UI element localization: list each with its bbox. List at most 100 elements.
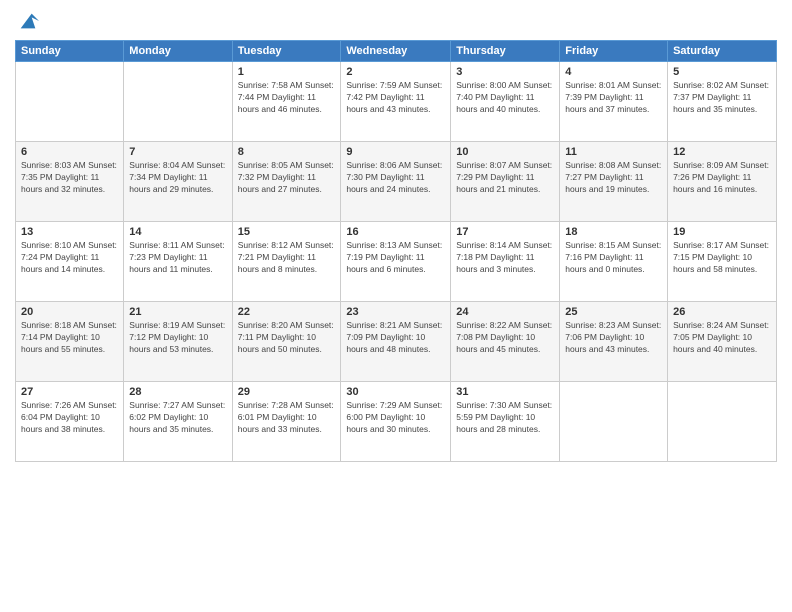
day-info: Sunrise: 8:03 AM Sunset: 7:35 PM Dayligh… — [21, 160, 118, 196]
day-number: 28 — [129, 386, 226, 398]
day-info: Sunrise: 7:28 AM Sunset: 6:01 PM Dayligh… — [238, 400, 336, 436]
day-number: 3 — [456, 66, 554, 78]
day-number: 9 — [346, 146, 445, 158]
calendar-cell: 7 Sunrise: 8:04 AM Sunset: 7:34 PM Daylig… — [124, 142, 232, 222]
calendar-cell: 31 Sunrise: 7:30 AM Sunset: 5:59 PM Dayli… — [451, 382, 560, 462]
day-info: Sunrise: 7:29 AM Sunset: 6:00 PM Dayligh… — [346, 400, 445, 436]
day-number: 4 — [565, 66, 662, 78]
day-info: Sunrise: 8:24 AM Sunset: 7:05 PM Dayligh… — [673, 320, 771, 356]
day-number: 25 — [565, 306, 662, 318]
day-number: 27 — [21, 386, 118, 398]
day-info: Sunrise: 8:05 AM Sunset: 7:32 PM Dayligh… — [238, 160, 336, 196]
calendar-cell: 26 Sunrise: 8:24 AM Sunset: 7:05 PM Dayli… — [668, 302, 777, 382]
day-info: Sunrise: 8:21 AM Sunset: 7:09 PM Dayligh… — [346, 320, 445, 356]
logo-text — [15, 14, 39, 32]
calendar-cell: 6 Sunrise: 8:03 AM Sunset: 7:35 PM Daylig… — [16, 142, 124, 222]
day-number: 5 — [673, 66, 771, 78]
calendar-cell: 18 Sunrise: 8:15 AM Sunset: 7:16 PM Dayli… — [560, 222, 668, 302]
weekday-header-tuesday: Tuesday — [232, 41, 341, 62]
calendar-cell: 5 Sunrise: 8:02 AM Sunset: 7:37 PM Daylig… — [668, 62, 777, 142]
calendar-cell: 20 Sunrise: 8:18 AM Sunset: 7:14 PM Dayli… — [16, 302, 124, 382]
day-number: 18 — [565, 226, 662, 238]
day-info: Sunrise: 7:30 AM Sunset: 5:59 PM Dayligh… — [456, 400, 554, 436]
day-info: Sunrise: 8:13 AM Sunset: 7:19 PM Dayligh… — [346, 240, 445, 276]
day-number: 20 — [21, 306, 118, 318]
weekday-header-sunday: Sunday — [16, 41, 124, 62]
calendar-cell: 16 Sunrise: 8:13 AM Sunset: 7:19 PM Dayli… — [341, 222, 451, 302]
day-info: Sunrise: 8:07 AM Sunset: 7:29 PM Dayligh… — [456, 160, 554, 196]
day-info: Sunrise: 8:00 AM Sunset: 7:40 PM Dayligh… — [456, 80, 554, 116]
calendar-cell: 23 Sunrise: 8:21 AM Sunset: 7:09 PM Dayli… — [341, 302, 451, 382]
calendar-cell: 8 Sunrise: 8:05 AM Sunset: 7:32 PM Daylig… — [232, 142, 341, 222]
day-info: Sunrise: 8:19 AM Sunset: 7:12 PM Dayligh… — [129, 320, 226, 356]
weekday-header-friday: Friday — [560, 41, 668, 62]
calendar-cell: 11Sunrise: 8:08 AM Sunset: 7:27 PM Dayli… — [560, 142, 668, 222]
day-info: Sunrise: 7:27 AM Sunset: 6:02 PM Dayligh… — [129, 400, 226, 436]
day-number: 11 — [565, 146, 662, 158]
day-info: Sunrise: 8:06 AM Sunset: 7:30 PM Dayligh… — [346, 160, 445, 196]
calendar-cell — [668, 382, 777, 462]
calendar-cell: 13 Sunrise: 8:10 AM Sunset: 7:24 PM Dayli… — [16, 222, 124, 302]
calendar-cell: 27 Sunrise: 7:26 AM Sunset: 6:04 PM Dayli… — [16, 382, 124, 462]
day-number: 10 — [456, 146, 554, 158]
day-number: 23 — [346, 306, 445, 318]
day-info: Sunrise: 8:23 AM Sunset: 7:06 PM Dayligh… — [565, 320, 662, 356]
day-number: 16 — [346, 226, 445, 238]
weekday-header-saturday: Saturday — [668, 41, 777, 62]
calendar-cell: 2 Sunrise: 7:59 AM Sunset: 7:42 PM Daylig… — [341, 62, 451, 142]
day-number: 17 — [456, 226, 554, 238]
calendar-cell — [16, 62, 124, 142]
calendar-cell: 19 Sunrise: 8:17 AM Sunset: 7:15 PM Dayli… — [668, 222, 777, 302]
calendar-cell: 3 Sunrise: 8:00 AM Sunset: 7:40 PM Daylig… — [451, 62, 560, 142]
day-number: 26 — [673, 306, 771, 318]
day-number: 15 — [238, 226, 336, 238]
day-number: 24 — [456, 306, 554, 318]
calendar-cell: 9 Sunrise: 8:06 AM Sunset: 7:30 PM Daylig… — [341, 142, 451, 222]
day-info: Sunrise: 7:26 AM Sunset: 6:04 PM Dayligh… — [21, 400, 118, 436]
calendar-week-4: 20 Sunrise: 8:18 AM Sunset: 7:14 PM Dayli… — [16, 302, 777, 382]
day-info: Sunrise: 7:58 AM Sunset: 7:44 PM Dayligh… — [238, 80, 336, 116]
day-number: 31 — [456, 386, 554, 398]
day-info: Sunrise: 8:14 AM Sunset: 7:18 PM Dayligh… — [456, 240, 554, 276]
logo — [15, 14, 39, 32]
day-number: 6 — [21, 146, 118, 158]
calendar-cell: 15 Sunrise: 8:12 AM Sunset: 7:21 PM Dayli… — [232, 222, 341, 302]
day-info: Sunrise: 8:04 AM Sunset: 7:34 PM Dayligh… — [129, 160, 226, 196]
calendar-cell: 14Sunrise: 8:11 AM Sunset: 7:23 PM Dayli… — [124, 222, 232, 302]
weekday-header-wednesday: Wednesday — [341, 41, 451, 62]
day-number: 21 — [129, 306, 226, 318]
calendar-cell: 28 Sunrise: 7:27 AM Sunset: 6:02 PM Dayli… — [124, 382, 232, 462]
day-info: Sunrise: 8:11 AM Sunset: 7:23 PM Dayligh… — [129, 240, 226, 276]
day-info: Sunrise: 8:02 AM Sunset: 7:37 PM Dayligh… — [673, 80, 771, 116]
page: SundayMondayTuesdayWednesdayThursdayFrid… — [0, 0, 792, 612]
day-info: Sunrise: 8:12 AM Sunset: 7:21 PM Dayligh… — [238, 240, 336, 276]
calendar-week-3: 13 Sunrise: 8:10 AM Sunset: 7:24 PM Dayli… — [16, 222, 777, 302]
day-info: Sunrise: 8:15 AM Sunset: 7:16 PM Dayligh… — [565, 240, 662, 276]
calendar-week-5: 27 Sunrise: 7:26 AM Sunset: 6:04 PM Dayli… — [16, 382, 777, 462]
day-number: 19 — [673, 226, 771, 238]
day-info: Sunrise: 8:10 AM Sunset: 7:24 PM Dayligh… — [21, 240, 118, 276]
day-info: Sunrise: 8:18 AM Sunset: 7:14 PM Dayligh… — [21, 320, 118, 356]
day-number: 7 — [129, 146, 226, 158]
calendar-cell: 22Sunrise: 8:20 AM Sunset: 7:11 PM Dayli… — [232, 302, 341, 382]
day-info: Sunrise: 7:59 AM Sunset: 7:42 PM Dayligh… — [346, 80, 445, 116]
weekday-header-monday: Monday — [124, 41, 232, 62]
calendar-week-1: 1Sunrise: 7:58 AM Sunset: 7:44 PM Daylig… — [16, 62, 777, 142]
day-number: 30 — [346, 386, 445, 398]
calendar-cell: 29Sunrise: 7:28 AM Sunset: 6:01 PM Dayli… — [232, 382, 341, 462]
day-number: 12 — [673, 146, 771, 158]
day-info: Sunrise: 8:01 AM Sunset: 7:39 PM Dayligh… — [565, 80, 662, 116]
header — [15, 10, 777, 32]
day-number: 8 — [238, 146, 336, 158]
calendar-cell: 10 Sunrise: 8:07 AM Sunset: 7:29 PM Dayli… — [451, 142, 560, 222]
calendar-cell: 21 Sunrise: 8:19 AM Sunset: 7:12 PM Dayli… — [124, 302, 232, 382]
calendar-cell: 17 Sunrise: 8:14 AM Sunset: 7:18 PM Dayli… — [451, 222, 560, 302]
day-info: Sunrise: 8:17 AM Sunset: 7:15 PM Dayligh… — [673, 240, 771, 276]
day-number: 13 — [21, 226, 118, 238]
weekday-header-thursday: Thursday — [451, 41, 560, 62]
calendar-cell — [124, 62, 232, 142]
calendar-cell: 24Sunrise: 8:22 AM Sunset: 7:08 PM Dayli… — [451, 302, 560, 382]
logo-icon — [17, 10, 39, 32]
weekday-header-row: SundayMondayTuesdayWednesdayThursdayFrid… — [16, 41, 777, 62]
day-number: 2 — [346, 66, 445, 78]
